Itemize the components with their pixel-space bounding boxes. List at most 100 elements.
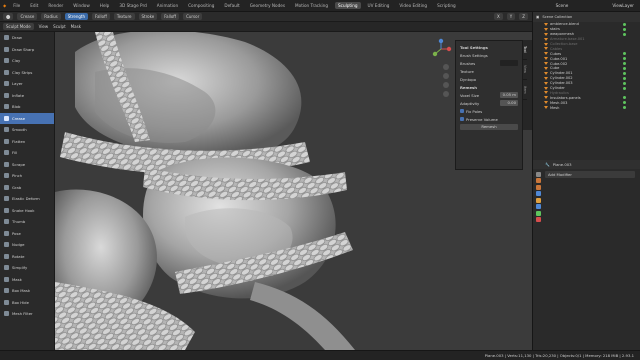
tool-draw-sharp[interactable]: Draw Sharp [0, 44, 54, 56]
direction-toggle[interactable]: Falloff [92, 13, 110, 20]
adaptivity-row[interactable]: Adaptivity 0.00 [458, 99, 520, 107]
tool-draw[interactable]: Draw [0, 32, 54, 44]
workspace-tab[interactable]: 3D Stage Prd [116, 2, 149, 9]
blender-logo-icon[interactable]: ◆ [3, 3, 6, 8]
symmetry-x-toggle[interactable]: X [494, 13, 503, 20]
modifier-icon [623, 76, 626, 80]
modifier-icon [623, 81, 626, 85]
workspace-tab[interactable]: Motion Tracking [292, 2, 331, 9]
symmetry-y-toggle[interactable]: Y [506, 13, 516, 20]
material-tab-icon[interactable] [536, 217, 541, 222]
tool-simplify[interactable]: Simplify [0, 262, 54, 274]
scene-selector[interactable]: Scene [556, 3, 569, 8]
preserve-volume-row[interactable]: Preserve Volume [458, 115, 520, 123]
dyntopo-row[interactable]: Dyntopo [458, 75, 520, 83]
brush-settings-header[interactable]: Brush Settings [458, 51, 520, 59]
menu-edit[interactable]: Edit [27, 2, 41, 9]
outliner-title: Scene Collection [542, 15, 573, 19]
tool-clay[interactable]: Clay [0, 55, 54, 67]
tool-thumb[interactable]: Thumb [0, 216, 54, 228]
tool-snake-hook[interactable]: Snake Hook [0, 205, 54, 217]
tool-pinch[interactable]: Pinch [0, 170, 54, 182]
modifier-icon [623, 52, 626, 56]
mode-selector[interactable]: Sculpt Mode [3, 23, 34, 30]
render-tab-icon[interactable] [536, 178, 541, 183]
outliner-item[interactable]: Mesh [533, 105, 640, 110]
preserve-volume-checkbox[interactable] [460, 116, 464, 121]
menu-render[interactable]: Render [45, 2, 66, 9]
tool-label: Grab [12, 184, 22, 190]
strength-field[interactable]: Strength [64, 13, 89, 20]
fix-poles-checkbox[interactable] [460, 108, 464, 113]
tool-fill[interactable]: Fill [0, 147, 54, 159]
tool-grab[interactable]: Grab [0, 182, 54, 194]
workspace-tab[interactable]: Compositing [185, 2, 217, 9]
menu-help[interactable]: Help [97, 2, 113, 9]
radius-field[interactable]: Radius [41, 13, 61, 20]
workspace-tab[interactable]: Scripting [434, 2, 459, 9]
texture-row[interactable]: Texture [458, 67, 520, 75]
menu-mask[interactable]: Mask [71, 24, 81, 29]
tool-inflate[interactable]: Inflate [0, 90, 54, 102]
modifier-tab-icon[interactable] [536, 204, 541, 209]
object-tab-icon[interactable] [536, 197, 541, 203]
menu-sculpt[interactable]: Sculpt [53, 24, 66, 29]
tool-blob[interactable]: Blob [0, 101, 54, 113]
camera-icon[interactable] [443, 82, 449, 88]
box-hide-icon [4, 299, 9, 305]
pan-icon[interactable] [443, 73, 449, 79]
workspace-tab[interactable]: Default [221, 2, 242, 9]
voxel-size-row[interactable]: Voxel Size 0.05 m [458, 91, 520, 99]
ortho-toggle-icon[interactable] [443, 91, 449, 97]
cursor-menu[interactable]: Cursor [183, 13, 203, 20]
sculpt-mode-icon[interactable]: ⬤ [3, 13, 14, 20]
menu-window[interactable]: Window [70, 2, 93, 9]
tool-box-hide[interactable]: Box Hide [0, 297, 54, 309]
sidebar-tab-item[interactable]: Item [523, 80, 527, 100]
remesh-header[interactable]: Remesh [458, 83, 520, 91]
tool-mask[interactable]: Mask [0, 274, 54, 286]
output-tab-icon[interactable] [536, 184, 541, 190]
menu-file[interactable]: File [10, 2, 23, 9]
voxel-size-field[interactable]: 0.05 m [500, 92, 518, 98]
falloff-menu[interactable]: Falloff [161, 13, 180, 20]
workspace-tab[interactable]: UV Editing [365, 2, 393, 9]
brushes-row[interactable]: Brushes [458, 59, 520, 67]
navigation-gizmo[interactable] [430, 38, 452, 60]
sidebar-tab-tool[interactable]: Tool [523, 40, 527, 60]
zoom-icon[interactable] [443, 64, 449, 70]
tool-label: Draw Sharp [12, 46, 35, 52]
add-modifier-dropdown[interactable]: Add Modifier [545, 171, 635, 178]
brush-selector[interactable]: Crease [17, 13, 38, 20]
brush-texture-menu[interactable]: Texture [113, 13, 135, 20]
workspace-tab[interactable]: Animation [154, 2, 181, 9]
fix-poles-row[interactable]: Fix Poles [458, 107, 520, 115]
tool-tab-icon[interactable] [536, 171, 541, 177]
data-tab-icon[interactable] [536, 210, 541, 216]
tool-rotate[interactable]: Rotate [0, 251, 54, 263]
workspace-tab-sculpting[interactable]: Sculpting [334, 2, 361, 9]
stroke-menu[interactable]: Stroke [138, 13, 158, 20]
tool-crease[interactable]: Crease [0, 112, 54, 124]
tool-elastic-deform[interactable]: Elastic Deform [0, 193, 54, 205]
sidebar-tab-view[interactable]: View [523, 60, 527, 80]
nudge-icon [4, 242, 9, 248]
tool-flatten[interactable]: Flatten [0, 136, 54, 148]
tool-mesh-filter[interactable]: Mesh Filter [0, 308, 54, 320]
remesh-button[interactable]: Remesh [460, 124, 518, 130]
tool-pose[interactable]: Pose [0, 228, 54, 240]
workspace-tab[interactable]: Video Editing [396, 2, 430, 9]
tool-scrape[interactable]: Scrape [0, 159, 54, 171]
tool-smooth[interactable]: Smooth [0, 124, 54, 136]
tool-nudge[interactable]: Nudge [0, 239, 54, 251]
tool-layer[interactable]: Layer [0, 78, 54, 90]
view-layer-selector[interactable]: ViewLayer [612, 3, 634, 8]
tool-box-mask[interactable]: Box Mask [0, 285, 54, 297]
adaptivity-field[interactable]: 0.00 [500, 100, 518, 106]
world-tab-icon[interactable] [536, 191, 541, 196]
symmetry-z-toggle[interactable]: Z [519, 13, 528, 20]
brush-preview[interactable] [500, 60, 518, 66]
tool-clay-strips[interactable]: Clay Strips [0, 67, 54, 79]
workspace-tab[interactable]: Geometry Nodes [247, 2, 288, 9]
menu-view[interactable]: View [39, 24, 49, 29]
